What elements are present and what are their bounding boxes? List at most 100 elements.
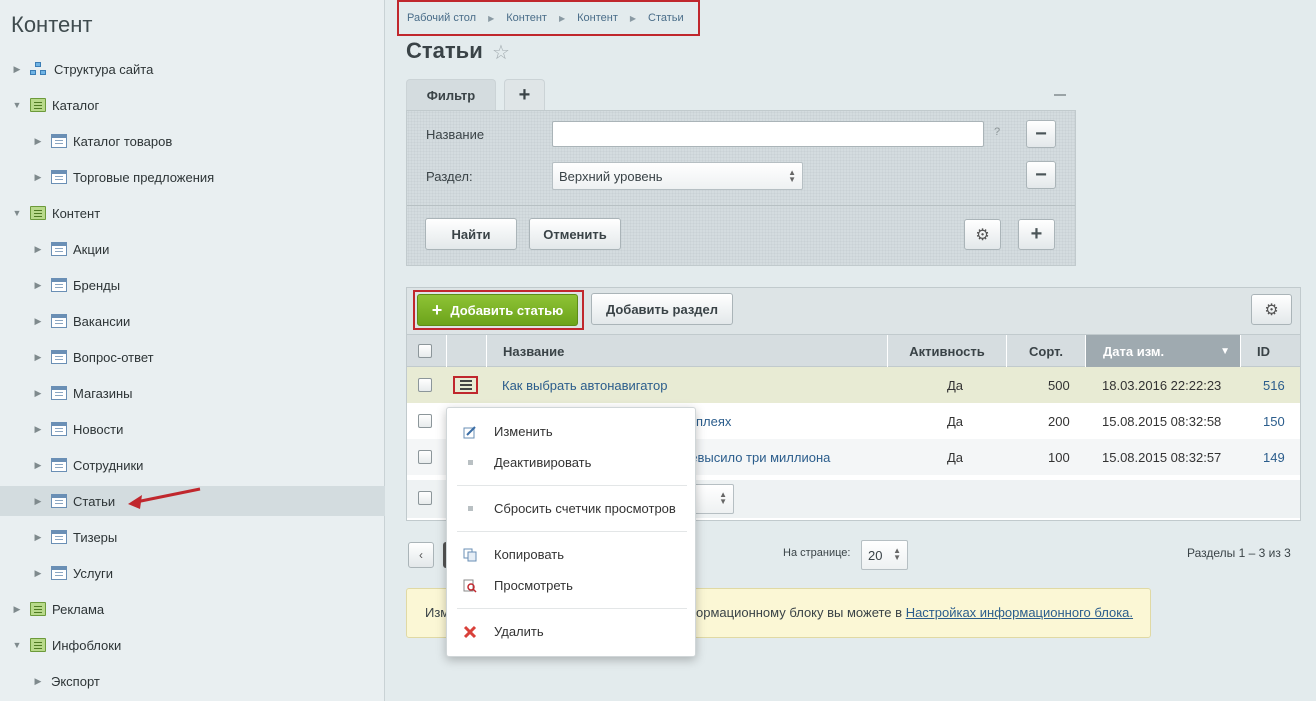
expand-arrow-icon[interactable]: ▶ bbox=[33, 460, 43, 471]
sidebar-item-label: Каталог товаров bbox=[73, 133, 173, 149]
expand-arrow-icon[interactable]: ▶ bbox=[12, 604, 22, 615]
row-name-link[interactable]: ревысило три миллиона bbox=[683, 439, 830, 475]
breadcrumb-desktop[interactable]: Рабочий стол bbox=[407, 12, 476, 24]
filter-settings-button[interactable]: ⚙ bbox=[964, 219, 1001, 250]
menu-item-deactivate[interactable]: Деактивировать bbox=[494, 455, 591, 470]
menu-item-delete[interactable]: Удалить bbox=[494, 624, 544, 639]
sections-count: Разделы 1 – 3 из 3 bbox=[1187, 546, 1291, 560]
menu-item-view[interactable]: Просмотреть bbox=[494, 578, 573, 593]
expand-arrow-icon[interactable]: ▶ bbox=[33, 532, 43, 543]
expand-arrow-icon[interactable]: ▶ bbox=[33, 676, 43, 687]
row-checkbox[interactable] bbox=[418, 378, 432, 392]
find-button[interactable]: Найти bbox=[425, 218, 517, 250]
select-all-checkbox[interactable] bbox=[418, 344, 432, 358]
sidebar-item-teasers[interactable]: ▶ Тизеры bbox=[0, 522, 385, 552]
row-sort: 500 bbox=[1048, 377, 1070, 393]
info-text: ормационному блоку вы можете в Настройка… bbox=[696, 605, 1133, 620]
expand-arrow-icon[interactable]: ▶ bbox=[33, 496, 43, 507]
expand-arrow-icon[interactable]: ▶ bbox=[33, 352, 43, 363]
row-id[interactable]: 149 bbox=[1263, 439, 1285, 475]
breadcrumb-content-sub[interactable]: Контент bbox=[577, 12, 618, 24]
row-name-link[interactable]: плеях bbox=[696, 403, 731, 439]
add-filter-field-button[interactable]: + bbox=[1018, 219, 1055, 250]
row-date: 15.08.2015 08:32:57 bbox=[1102, 449, 1222, 465]
sidebar-item-services[interactable]: ▶ Услуги bbox=[0, 558, 385, 588]
remove-filter-section-button[interactable]: − bbox=[1026, 161, 1056, 189]
sidebar-item-shops[interactable]: ▶ Магазины bbox=[0, 378, 385, 408]
expand-arrow-icon[interactable]: ▶ bbox=[33, 424, 43, 435]
add-filter-tab-button[interactable]: + bbox=[504, 79, 545, 111]
iblock-icon bbox=[51, 134, 67, 148]
breadcrumb-content[interactable]: Контент bbox=[506, 12, 547, 24]
star-icon[interactable]: ☆ bbox=[492, 40, 510, 65]
collapse-arrow-icon[interactable]: ▼ bbox=[12, 100, 22, 110]
collapse-arrow-icon[interactable]: ▼ bbox=[12, 640, 22, 650]
gear-icon: ⚙ bbox=[975, 226, 990, 244]
sidebar-item-catalog-goods[interactable]: ▶ Каталог товаров bbox=[0, 126, 385, 156]
column-id[interactable]: ID bbox=[1240, 335, 1300, 367]
help-icon[interactable]: ? bbox=[994, 126, 1000, 138]
table-row[interactable]: Как выбрать автонавигатор Да 500 18.03.2… bbox=[407, 367, 1300, 403]
row-actions-menu-button[interactable] bbox=[453, 376, 478, 394]
page-title: Статьи bbox=[406, 38, 483, 63]
tab-filter[interactable]: Фильтр bbox=[406, 79, 496, 111]
menu-item-reset-views[interactable]: Сбросить счетчик просмотров bbox=[494, 501, 676, 516]
pager-prev-button[interactable]: ‹ bbox=[408, 542, 434, 568]
updown-icon: ▲ ▼ bbox=[788, 168, 796, 184]
minimize-icon[interactable] bbox=[1054, 94, 1066, 96]
sidebar-item-promotions[interactable]: ▶ Акции bbox=[0, 234, 385, 264]
add-article-button[interactable]: + Добавить статью bbox=[417, 294, 578, 326]
expand-arrow-icon[interactable]: ▶ bbox=[33, 568, 43, 579]
expand-arrow-icon[interactable]: ▶ bbox=[33, 388, 43, 399]
row-name-link[interactable]: Как выбрать автонавигатор bbox=[502, 367, 667, 403]
sidebar-item-structure[interactable]: ▶ Структура сайта bbox=[0, 54, 385, 84]
expand-arrow-icon[interactable]: ▶ bbox=[33, 316, 43, 327]
row-id[interactable]: 516 bbox=[1263, 367, 1285, 403]
row-checkbox[interactable] bbox=[418, 450, 432, 464]
expand-arrow-icon[interactable]: ▶ bbox=[33, 136, 43, 147]
breadcrumb-articles[interactable]: Статьи bbox=[648, 12, 684, 24]
select-all-footer-checkbox[interactable] bbox=[418, 491, 432, 505]
sidebar-item-vacancies[interactable]: ▶ Вакансии bbox=[0, 306, 385, 336]
sidebar-item-staff[interactable]: ▶ Сотрудники bbox=[0, 450, 385, 480]
cancel-button[interactable]: Отменить bbox=[529, 218, 621, 250]
expand-arrow-icon[interactable]: ▶ bbox=[33, 172, 43, 183]
sidebar-item-catalog[interactable]: ▼ Каталог bbox=[0, 90, 385, 120]
sidebar-item-infoblocks[interactable]: ▼ Инфоблоки bbox=[0, 630, 385, 660]
sort-desc-icon: ▼ bbox=[1220, 345, 1230, 357]
section-select[interactable]: Верхний уровень ▲ ▼ bbox=[552, 162, 803, 190]
per-page-select[interactable]: 20 ▲ ▼ bbox=[861, 540, 908, 570]
add-section-button[interactable]: Добавить раздел bbox=[591, 293, 733, 325]
collapse-arrow-icon[interactable]: ▼ bbox=[12, 208, 22, 218]
sidebar-item-offers[interactable]: ▶ Торговые предложения bbox=[0, 162, 385, 192]
expand-arrow-icon[interactable]: ▶ bbox=[12, 64, 22, 75]
column-sort[interactable]: Сорт. bbox=[1006, 335, 1085, 367]
column-date[interactable]: Дата изм. ▼ bbox=[1085, 335, 1240, 367]
expand-arrow-icon[interactable]: ▶ bbox=[33, 244, 43, 255]
section-select-value: Верхний уровень bbox=[559, 168, 663, 184]
iblock-icon bbox=[51, 566, 67, 580]
row-id[interactable]: 150 bbox=[1263, 403, 1285, 439]
sidebar-item-export[interactable]: ▶ Экспорт bbox=[0, 666, 385, 696]
info-text-middle: ормационному блоку вы можете в bbox=[696, 605, 903, 620]
iblock-icon bbox=[51, 386, 67, 400]
expand-arrow-icon[interactable]: ▶ bbox=[33, 280, 43, 291]
sidebar-item-ads[interactable]: ▶ Реклама bbox=[0, 594, 385, 624]
iblock-settings-link[interactable]: Настройках информационного блока. bbox=[906, 605, 1133, 620]
table-header: Название Активность Сорт. Дата изм. ▼ ID bbox=[407, 334, 1300, 367]
group-action-select[interactable]: ▲ ▼ bbox=[690, 484, 734, 514]
column-active[interactable]: Активность bbox=[887, 335, 1006, 367]
list-settings-button[interactable]: ⚙ bbox=[1251, 294, 1292, 325]
menu-item-copy[interactable]: Копировать bbox=[494, 547, 564, 562]
menu-item-edit[interactable]: Изменить bbox=[494, 424, 553, 439]
sidebar-item-label: Услуги bbox=[73, 565, 113, 581]
column-name[interactable]: Название bbox=[486, 335, 887, 367]
row-checkbox[interactable] bbox=[418, 414, 432, 428]
sidebar-item-content[interactable]: ▼ Контент bbox=[0, 198, 385, 228]
filter-name-input[interactable] bbox=[552, 121, 984, 147]
sidebar-item-faq[interactable]: ▶ Вопрос-ответ bbox=[0, 342, 385, 372]
sidebar-item-news[interactable]: ▶ Новости bbox=[0, 414, 385, 444]
divider bbox=[457, 608, 687, 609]
remove-filter-name-button[interactable]: − bbox=[1026, 120, 1056, 148]
sidebar-item-brands[interactable]: ▶ Бренды bbox=[0, 270, 385, 300]
